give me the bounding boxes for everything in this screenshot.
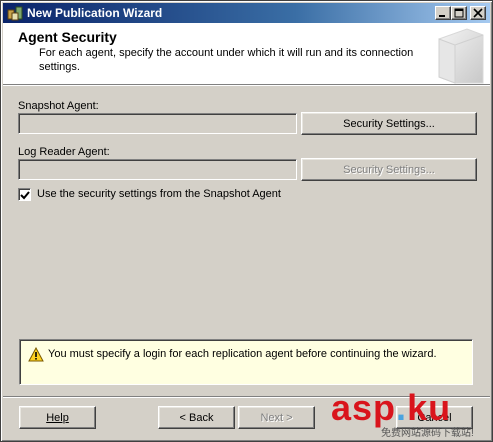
checkmark-icon: [20, 191, 30, 200]
validation-message: You must specify a login for each replic…: [19, 339, 473, 385]
maximize-button[interactable]: [451, 6, 467, 20]
wizard-book-icon: [431, 25, 486, 85]
page-description: For each agent, specify the account unde…: [39, 47, 414, 73]
use-snapshot-settings-checkbox[interactable]: [18, 188, 31, 201]
use-snapshot-settings-label[interactable]: Use the security settings from the Snaps…: [37, 188, 281, 200]
minimize-button[interactable]: [435, 6, 451, 20]
watermark-tagline: 免费网站源码下载站!: [381, 428, 474, 439]
wizard-window: New Publication Wizard Agent Security Fo…: [0, 0, 493, 442]
wizard-header: Agent Security For each agent, specify t…: [3, 23, 490, 85]
window-title: New Publication Wizard: [27, 6, 163, 20]
snapshot-agent-field[interactable]: [18, 113, 297, 134]
message-text: You must specify a login for each replic…: [48, 348, 437, 360]
page-title: Agent Security: [18, 29, 117, 45]
watermark-brand-b: ku: [407, 387, 452, 428]
site-watermark: asp.ku 免费网站源码下载站!: [319, 387, 491, 441]
wizard-app-icon: [7, 5, 23, 21]
watermark-logo: asp.ku: [331, 387, 451, 429]
close-button[interactable]: [470, 6, 486, 20]
snapshot-security-settings-button[interactable]: Security Settings...: [301, 112, 477, 135]
log-reader-agent-label: Log Reader Agent:: [18, 146, 110, 158]
next-button[interactable]: Next >: [238, 406, 315, 429]
warning-icon: [28, 346, 44, 362]
log-reader-security-settings-button[interactable]: Security Settings...: [301, 158, 477, 181]
watermark-brand-a: asp: [331, 387, 397, 428]
back-button[interactable]: < Back: [158, 406, 235, 429]
snapshot-agent-label: Snapshot Agent:: [18, 100, 99, 112]
title-bar[interactable]: New Publication Wizard: [3, 3, 490, 23]
help-button-label: Help: [46, 411, 69, 424]
help-button[interactable]: Help: [19, 406, 96, 429]
watermark-dot: .: [396, 387, 408, 428]
log-reader-agent-field[interactable]: [18, 159, 297, 180]
